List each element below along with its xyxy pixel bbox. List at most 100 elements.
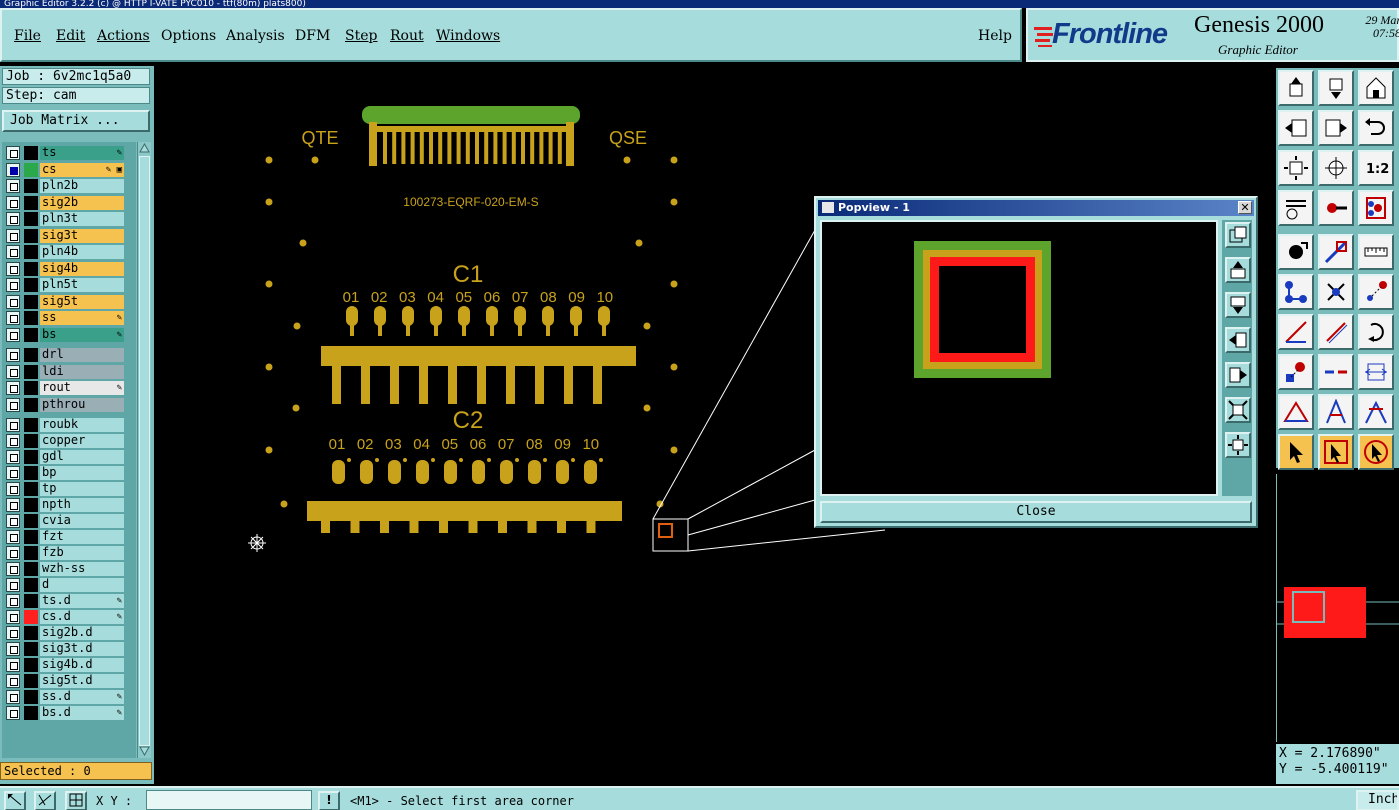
layer-name[interactable]: sig3t.d (40, 642, 124, 656)
zoom-out-step-button[interactable] (1318, 70, 1354, 106)
layer-name[interactable]: roubk (40, 418, 124, 432)
draw-line-free-button[interactable] (1318, 314, 1354, 350)
layer-name[interactable]: cvia (40, 514, 124, 528)
layer-color-swatch[interactable] (24, 364, 38, 379)
pan-left-button[interactable] (1278, 110, 1314, 146)
layer-checkbox[interactable] (6, 327, 20, 342)
layer-name[interactable]: sig2b (40, 195, 124, 210)
layer-checkbox[interactable] (6, 228, 20, 243)
layer-name[interactable]: sig5t (40, 294, 124, 309)
overview-map[interactable] (1276, 474, 1399, 742)
layer-checkbox[interactable] (6, 348, 20, 362)
zoom-1-2-button[interactable]: 1:2 (1358, 150, 1394, 186)
layer-checkbox[interactable] (6, 498, 20, 512)
pop-pan-down-button[interactable] (1225, 292, 1251, 318)
layer-name[interactable]: sig5t.d (40, 674, 124, 688)
layer-color-swatch[interactable] (24, 690, 38, 704)
menu-file[interactable]: File (14, 28, 41, 44)
layer-color-swatch[interactable] (24, 195, 38, 210)
snap-pad-button[interactable] (1278, 354, 1314, 390)
add-line-button[interactable] (1318, 234, 1354, 270)
draw-line-angle-button[interactable] (1278, 314, 1314, 350)
layer-name[interactable]: bp (40, 466, 124, 480)
layer-color-swatch[interactable] (24, 228, 38, 243)
move-node-button[interactable] (1358, 274, 1394, 310)
layer-checkbox[interactable] (6, 195, 20, 210)
undo-view-button[interactable] (1358, 110, 1394, 146)
zoom-center-button[interactable] (1318, 150, 1354, 186)
layer-name[interactable]: fzb (40, 546, 124, 560)
layer-name[interactable]: pln4b (40, 245, 124, 259)
layer-color-swatch[interactable] (24, 261, 38, 276)
menu-rout[interactable]: Rout (390, 28, 424, 44)
rotate-button[interactable] (1358, 314, 1394, 350)
layer-color-swatch[interactable] (24, 162, 38, 177)
layer-checkbox[interactable] (6, 245, 20, 259)
layer-checkbox[interactable] (6, 610, 20, 624)
layer-checkbox[interactable] (6, 146, 20, 160)
layer-color-swatch[interactable] (24, 610, 38, 624)
pop-zoom-fit-button[interactable] (1225, 222, 1251, 248)
layer-checkbox[interactable] (6, 482, 20, 496)
menu-dfm[interactable]: DFM (295, 28, 330, 44)
layer-color-swatch[interactable] (24, 562, 38, 576)
layer-name[interactable]: drl (40, 348, 124, 362)
menu-help[interactable]: Help (978, 28, 1012, 44)
layer-name[interactable]: bs.d ✎ (40, 706, 124, 720)
layer-name[interactable]: wzh-ss (40, 562, 124, 576)
scroll-down-icon[interactable] (139, 746, 150, 756)
layer-checkbox[interactable] (6, 162, 20, 177)
layer-name[interactable]: d (40, 578, 124, 592)
units-button[interactable]: Inch (1356, 790, 1399, 810)
layer-name[interactable]: copper (40, 434, 124, 448)
scroll-thumb[interactable] (139, 156, 150, 746)
area-zoom-button[interactable] (4, 791, 26, 810)
measure-h-button[interactable] (1358, 354, 1394, 390)
layer-color-swatch[interactable] (24, 327, 38, 342)
menu-edit[interactable]: Edit (56, 28, 85, 44)
layer-checkbox[interactable] (6, 278, 20, 292)
snap-settings-button[interactable] (1278, 190, 1314, 226)
layer-name[interactable]: pln5t (40, 278, 124, 292)
layer-checkbox[interactable] (6, 450, 20, 464)
layer-name[interactable]: cs.d ✎ (40, 610, 124, 624)
layer-name[interactable]: pln3t (40, 212, 124, 226)
layer-name[interactable]: sig2b.d (40, 626, 124, 640)
measure-button[interactable] (34, 791, 56, 810)
triangle-a-button[interactable] (1278, 394, 1314, 430)
triangle-c-button[interactable] (1358, 394, 1394, 430)
layer-color-swatch[interactable] (24, 642, 38, 656)
pop-pan-right-button[interactable] (1225, 362, 1251, 388)
layer-checkbox[interactable] (6, 434, 20, 448)
layer-checkbox[interactable] (6, 311, 20, 325)
layer-color-swatch[interactable] (24, 348, 38, 362)
layer-name[interactable]: rout ✎ (40, 381, 124, 395)
cut-line-button[interactable] (1318, 354, 1354, 390)
window-menu-icon[interactable] (822, 202, 834, 213)
connect-nodes-button[interactable] (1278, 274, 1314, 310)
zoom-fit-button[interactable] (1278, 150, 1314, 186)
layer-name[interactable]: ts ✎ (40, 146, 124, 160)
layer-checkbox[interactable] (6, 546, 20, 560)
layer-checkbox[interactable] (6, 294, 20, 309)
popview-close-x-button[interactable]: ✕ (1238, 201, 1252, 214)
add-pad-button[interactable] (1278, 234, 1314, 270)
layer-checkbox[interactable] (6, 658, 20, 672)
layer-color-swatch[interactable] (24, 626, 38, 640)
popview-canvas[interactable] (820, 220, 1218, 496)
select-arrow-button[interactable] (1278, 434, 1314, 470)
layer-name[interactable]: ldi (40, 364, 124, 379)
layer-color-swatch[interactable] (24, 146, 38, 160)
drc-select-button[interactable] (1358, 190, 1394, 226)
menu-windows[interactable]: Windows (436, 28, 500, 44)
job-matrix-button[interactable]: Job Matrix ... (2, 110, 150, 132)
layer-checkbox[interactable] (6, 466, 20, 480)
layer-color-swatch[interactable] (24, 514, 38, 528)
layer-name[interactable]: pln2b (40, 179, 124, 193)
delete-node-button[interactable] (1318, 274, 1354, 310)
layer-color-swatch[interactable] (24, 658, 38, 672)
layer-color-swatch[interactable] (24, 450, 38, 464)
layer-checkbox[interactable] (6, 364, 20, 379)
layer-name[interactable]: sig3t (40, 228, 124, 243)
pop-zoom-in-button[interactable] (1225, 432, 1251, 458)
